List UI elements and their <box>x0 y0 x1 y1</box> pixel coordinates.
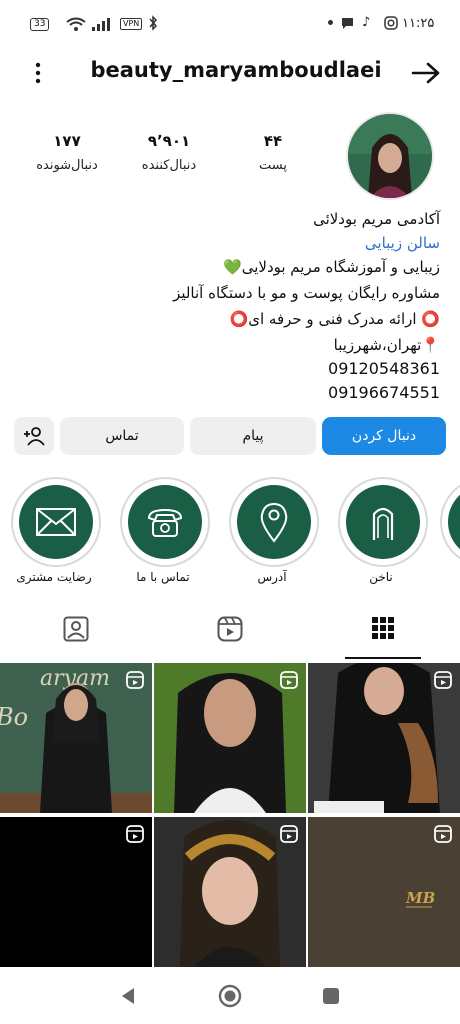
highlight-nail[interactable] <box>338 477 428 567</box>
reel-badge-icon <box>280 671 298 689</box>
grid-post-4[interactable] <box>0 817 152 967</box>
stat-posts[interactable]: ۴۴ پست <box>228 132 318 173</box>
suggest-people-button[interactable] <box>14 417 54 455</box>
reel-badge-icon <box>126 825 144 843</box>
telephone-icon <box>147 508 183 537</box>
instagram-icon <box>384 16 398 30</box>
bio-category[interactable]: سالن زیبایی <box>365 234 440 252</box>
follow-button[interactable]: دنبال کردن <box>322 417 446 455</box>
nail-icon <box>372 507 394 540</box>
highlight-label-address: آدرس <box>257 570 287 584</box>
system-navigation-bar <box>0 970 460 1024</box>
grid-post-6[interactable]: MB <box>308 817 460 967</box>
active-tab-indicator <box>345 657 421 659</box>
profile-avatar[interactable] <box>346 112 434 200</box>
highlight-label-customer-satisfaction: رضایت مشتری <box>16 570 92 584</box>
stat-following[interactable]: ۱۷۷ دنبال‌شونده <box>22 132 112 173</box>
status-bar: 33 VPN ♪ ۱۱:۲۵ <box>0 0 460 50</box>
nav-back-button[interactable] <box>116 984 140 1008</box>
following-count: ۱۷۷ <box>53 132 81 150</box>
followers-count: ۹٬۹۰۱ <box>147 132 191 150</box>
grid-icon <box>372 617 394 639</box>
message-button[interactable]: پیام <box>190 417 316 455</box>
highlight-partial[interactable] <box>440 477 460 563</box>
envelope-icon <box>36 508 76 536</box>
nav-home-button[interactable] <box>217 983 243 1009</box>
vpn-badge: VPN <box>120 18 143 30</box>
tab-reels[interactable] <box>192 616 268 646</box>
bluetooth-icon <box>149 15 158 31</box>
reel-badge-icon <box>434 671 452 689</box>
location-pin-icon <box>260 502 288 543</box>
add-person-icon <box>24 427 45 446</box>
chat-icon <box>342 18 353 29</box>
grid-post-3[interactable] <box>308 663 460 813</box>
grid-post-5[interactable] <box>154 817 306 967</box>
highlight-label-contact-us: تماس با ما <box>136 570 190 584</box>
svg-text:MB: MB <box>405 889 435 907</box>
square-recents-icon <box>323 988 339 1004</box>
reel-badge-icon <box>434 825 452 843</box>
notification-dot <box>328 20 333 25</box>
grid-post-1[interactable]: aryam Bo <box>0 663 152 813</box>
reel-badge-icon <box>126 671 144 689</box>
stat-followers[interactable]: ۹٬۹۰۱ دنبال‌کننده <box>124 132 214 173</box>
grid-post-2[interactable] <box>154 663 306 813</box>
highlight-label-nail: ناخن <box>369 570 393 584</box>
reels-icon <box>217 616 243 642</box>
highlight-contact-us[interactable] <box>120 477 210 567</box>
reel-badge-icon <box>280 825 298 843</box>
arrow-right-icon <box>411 62 440 84</box>
nav-recents-button[interactable] <box>320 985 342 1007</box>
wifi-icon <box>66 17 86 31</box>
more-vertical-icon <box>35 62 41 84</box>
bio-line-1: زیبایی و آموزشگاه مریم بودلایی💚 <box>223 258 440 276</box>
battery-indicator: 33 <box>30 18 50 31</box>
svg-text:Bo: Bo <box>0 703 28 731</box>
bio-line-3: ⭕ ارائه مدرک فنی و حرفه ای⭕ <box>229 310 440 328</box>
highlight-address[interactable] <box>229 477 319 567</box>
bio-name: آکادمی مریم بودلائی <box>313 210 440 228</box>
followers-label: دنبال‌کننده <box>141 158 197 173</box>
following-label: دنبال‌شونده <box>36 158 98 173</box>
contact-button[interactable]: تماس <box>60 417 184 455</box>
tiktok-icon: ♪ <box>362 15 371 30</box>
highlight-customer-satisfaction[interactable] <box>11 477 101 567</box>
signal-icon <box>92 18 110 31</box>
clock: ۱۱:۲۵ <box>402 16 435 31</box>
posts-count: ۴۴ <box>263 132 283 150</box>
tab-posts-grid[interactable] <box>345 616 421 646</box>
circle-home-icon <box>218 984 242 1008</box>
bio-line-4: 📍تهران،شهرزیبا <box>333 336 440 354</box>
profile-username: beauty_maryamboudlaei <box>90 58 382 82</box>
back-button[interactable] <box>410 60 442 86</box>
more-options-button[interactable] <box>28 60 48 86</box>
bio-line-2: مشاوره رایگان پوست و مو با دستگاه آنالیز <box>173 284 440 302</box>
bio-phone-2: 09196674551 <box>328 383 440 402</box>
bio-phone-1: 09120548361 <box>328 359 440 378</box>
posts-label: پست <box>259 158 287 173</box>
tagged-user-icon <box>63 616 89 642</box>
triangle-back-icon <box>122 988 134 1004</box>
avatar-image <box>348 114 432 198</box>
tab-tagged[interactable] <box>38 616 114 646</box>
